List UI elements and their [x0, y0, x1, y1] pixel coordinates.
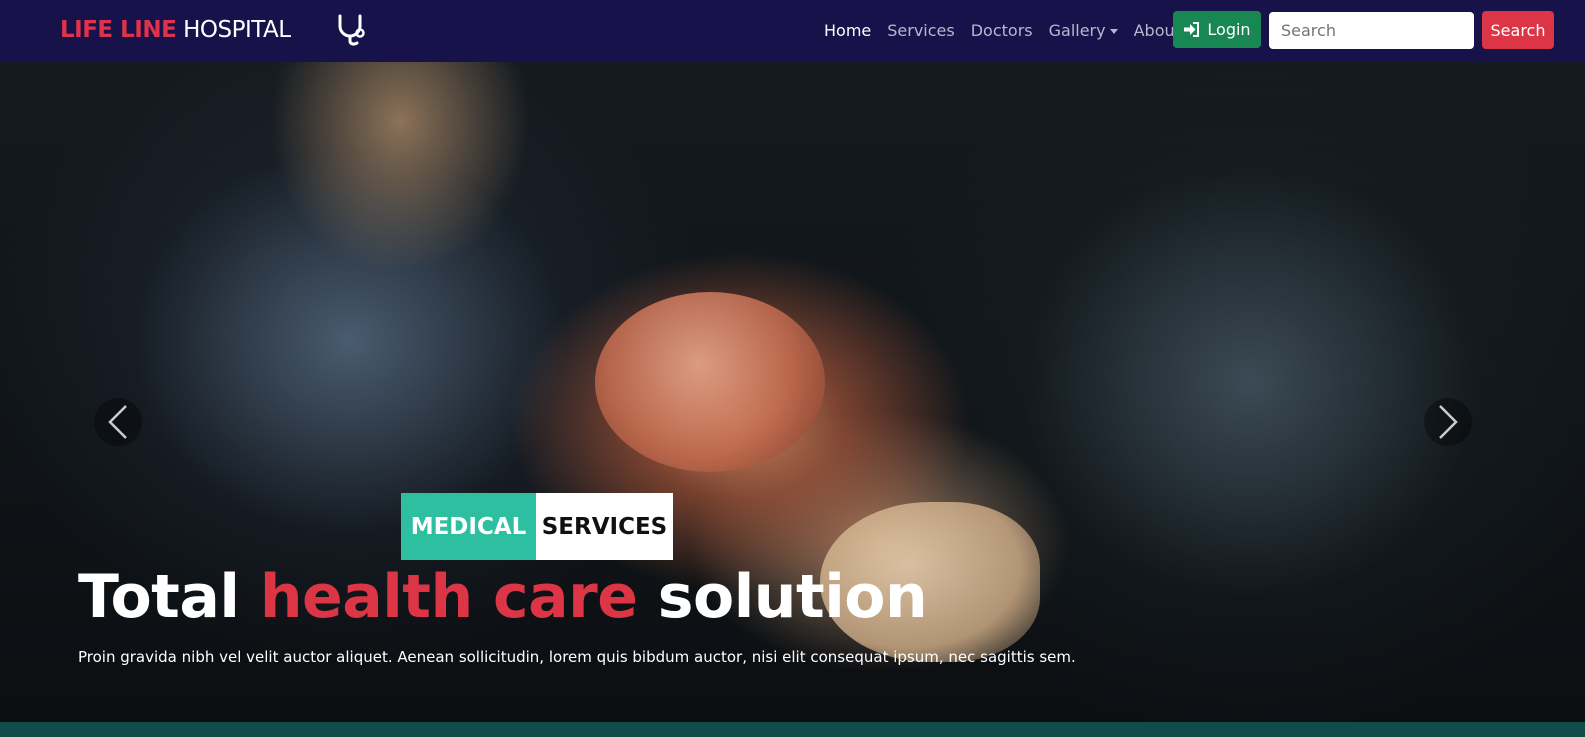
chevron-right-icon [1439, 405, 1458, 439]
chevron-left-icon [108, 405, 127, 439]
next-section-edge [0, 722, 1585, 737]
badge-medical: MEDICAL [401, 493, 536, 560]
hero-headline: Total health care solution [78, 562, 928, 632]
nav-link-services[interactable]: Services [887, 21, 954, 40]
nav-menu: Home Services Doctors Gallery About us [824, 21, 1220, 40]
hero-subtitle: Proin gravida nibh vel velit auctor aliq… [78, 648, 1076, 666]
nav-link-gallery-label: Gallery [1048, 21, 1106, 40]
headline-part-3: solution [657, 562, 928, 632]
nav-link-doctors[interactable]: Doctors [971, 21, 1033, 40]
sign-in-icon [1184, 22, 1200, 37]
hero-photo-subject [595, 292, 825, 472]
search-input[interactable] [1269, 12, 1474, 49]
brand-name-white: HOSPITAL [183, 17, 291, 43]
nav-link-gallery[interactable]: Gallery [1049, 21, 1118, 40]
brand-name-red: LIFE LINE [60, 17, 177, 43]
badge-services: SERVICES [536, 493, 673, 560]
caret-down-icon [1109, 29, 1118, 34]
stethoscope-icon [338, 14, 365, 46]
login-label: Login [1207, 20, 1251, 39]
headline-part-1: Total [78, 562, 240, 632]
headline-part-2: health care [259, 562, 638, 632]
login-button[interactable]: Login [1173, 11, 1261, 48]
brand-logo[interactable]: LIFE LINE HOSPITAL [60, 17, 291, 43]
navbar: LIFE LINE HOSPITAL Home Services Doctors… [0, 0, 1585, 62]
carousel-next-button[interactable] [1424, 398, 1472, 446]
hero-carousel: MEDICAL SERVICES Total health care solut… [0, 62, 1585, 722]
nav-link-home[interactable]: Home [824, 21, 871, 40]
search-button[interactable]: Search [1482, 11, 1554, 49]
carousel-prev-button[interactable] [94, 398, 142, 446]
